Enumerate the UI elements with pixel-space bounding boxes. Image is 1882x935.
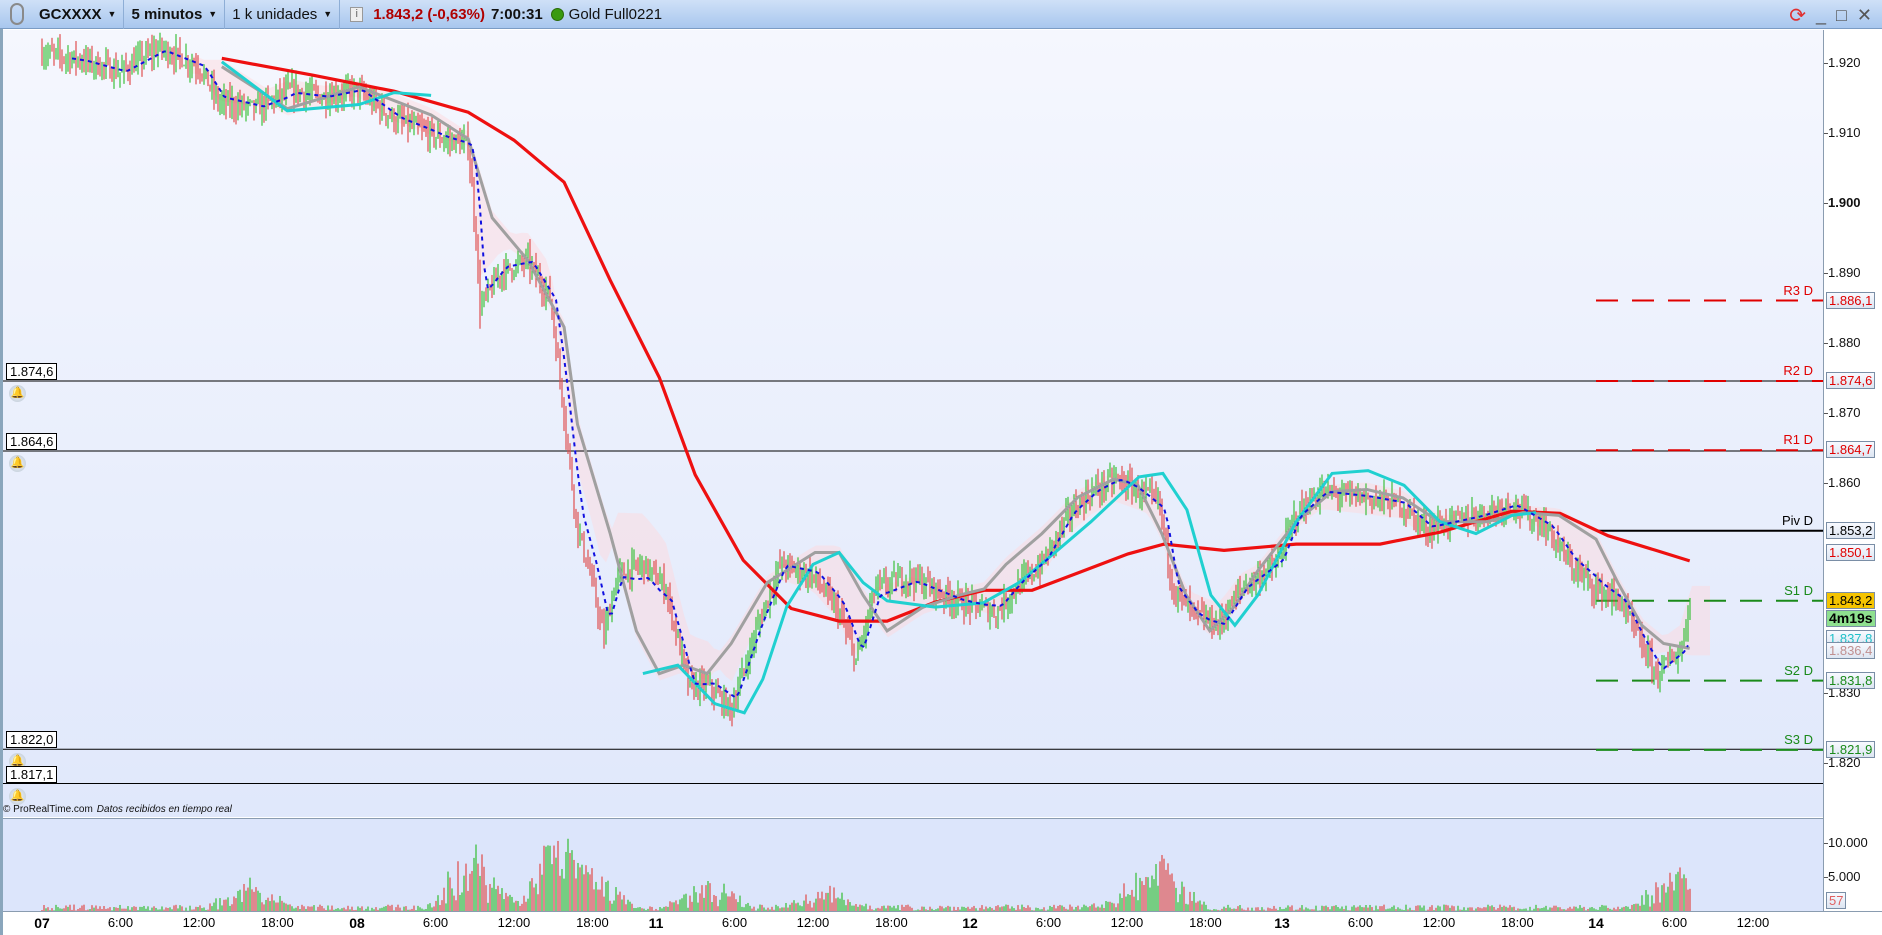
date-tick: 12 (962, 915, 978, 931)
price-chart-pane[interactable]: 1.874,6 🔔 1.864,6 🔔 1.822,0 🔔 1.817,1 🔔 R3 D R2 D… (3, 30, 1823, 817)
refresh-icon[interactable]: ⟳ (1789, 3, 1806, 28)
chevron-down-icon: ▼ (323, 9, 333, 19)
units-selector[interactable]: 1 k unidades ▼ (225, 0, 341, 29)
date-tick: 12:00 (1422, 915, 1456, 930)
date-tick: 18:00 (1189, 915, 1222, 930)
minimize-button[interactable]: _ (1816, 5, 1826, 26)
date-tick: 07 (34, 915, 50, 931)
date-tick: 12:00 (796, 915, 830, 930)
date-tick: 18:00 (261, 915, 294, 930)
date-tick: 6:00 (1035, 915, 1062, 930)
price-tick: 1.870 (1824, 405, 1861, 421)
pivot-label: Piv D (1781, 512, 1813, 528)
price-label-box: 1.853,2 (1826, 521, 1876, 539)
timeframe-selector[interactable]: 5 minutos ▼ (124, 0, 226, 29)
price-label-box: 1.843,2 (1826, 591, 1876, 609)
date-tick: 6:00 (422, 915, 449, 930)
date-tick: 18:00 (576, 915, 609, 930)
clock-time: 7:00:31 (490, 5, 543, 23)
units-label: 1 k unidades (232, 5, 318, 23)
pivot-label: R3 D (1783, 282, 1813, 298)
alert-price-label: 1.822,0 (6, 731, 58, 749)
date-tick: 6:00 (1347, 915, 1374, 930)
pivot-label: R1 D (1783, 432, 1813, 448)
chevron-down-icon: ▼ (107, 9, 117, 19)
date-tick: 12:00 (1736, 915, 1770, 930)
date-tick: 18:00 (1501, 915, 1534, 930)
price-tick: 1.900 (1824, 195, 1861, 211)
pivot-label: S3 D (1784, 731, 1813, 747)
date-tick: 12:00 (497, 915, 531, 930)
credit-site: © ProRealTime.com (3, 804, 93, 815)
symbol-label: GCXXXX (39, 5, 102, 23)
price-label-box: 1.886,1 (1826, 291, 1876, 309)
data-credit: © ProRealTime.com Datos recibidos en tiem… (3, 804, 232, 815)
price-label-box: 1.864,7 (1826, 441, 1876, 459)
date-tick: 6:00 (107, 915, 134, 930)
maximize-button[interactable]: □ (1836, 5, 1847, 26)
bell-icon[interactable]: 🔔 (9, 455, 26, 472)
date-tick: 11 (648, 915, 664, 931)
price-chart-svg (3, 32, 1823, 784)
volume-tick: 5.000 (1824, 869, 1861, 884)
instrument-name: Gold Full0221 (568, 5, 663, 23)
price-label-box: 1.850,1 (1826, 543, 1876, 561)
window-controls: ⟳ _ □ ✕ (1789, 3, 1872, 28)
date-tick: 18:00 (875, 915, 908, 930)
date-tick: 6:00 (1661, 915, 1688, 930)
price-tick: 1.890 (1824, 265, 1861, 281)
price-tick: 1.920 (1824, 55, 1861, 71)
symbol-selector[interactable]: GCXXXX ▼ (32, 0, 125, 29)
date-axis[interactable]: 07 6:00 12:00 18:00 08 6:00 12:00 18:00 11 6:00 12… (3, 911, 1882, 935)
price-axis[interactable]: 1.920 1.910 1.900 1.890 1.880 1.870 1.860 1.830… (1823, 30, 1882, 911)
close-button[interactable]: ✕ (1857, 5, 1872, 26)
ichimoku-cloud (192, 54, 1710, 682)
volume-svg (41, 838, 1691, 912)
pivot-label: S2 D (1784, 662, 1813, 678)
pivot-label: R2 D (1783, 363, 1813, 378)
alert-price-label: 1.864,6 (6, 433, 58, 450)
date-tick: 12:00 (182, 915, 216, 930)
price-label-box: 4m19s (1826, 610, 1876, 627)
pivot-label: S1 D (1784, 582, 1813, 598)
price-tick: 1.880 (1824, 335, 1861, 351)
credit-note: Datos recibidos en tiempo real (96, 804, 232, 815)
price-tick: 1.910 (1824, 125, 1861, 141)
bell-icon[interactable]: 🔔 (9, 385, 26, 402)
price-label-box: 1.831,8 (1826, 671, 1876, 689)
alert-price-label: 1.817,1 (6, 765, 58, 783)
date-tick: 14 (1588, 915, 1604, 931)
drag-handle-icon[interactable] (10, 3, 24, 25)
connection-status-icon (550, 7, 564, 21)
info-icon[interactable]: i (350, 6, 364, 22)
date-tick: 6:00 (721, 915, 748, 930)
chevron-down-icon: ▼ (208, 9, 218, 19)
chart-toolbar: GCXXXX ▼ 5 minutos ▼ 1 k unidades ▼ i 1.843… (0, 0, 1882, 29)
volume-tick: 10.000 (1824, 835, 1868, 850)
alert-price-label: 1.874,6 (6, 363, 58, 380)
last-price: 1.843,2 (-0,63%) (373, 5, 485, 23)
timeframe-label: 5 minutos (131, 5, 203, 23)
price-tick: 1.860 (1824, 475, 1861, 491)
date-tick: 12:00 (1110, 915, 1144, 930)
volume-last-box: 57 (1826, 892, 1847, 909)
bell-icon[interactable]: 🔔 (9, 787, 26, 805)
ma-gray-line (220, 65, 1690, 676)
date-tick: 13 (1274, 915, 1290, 931)
price-label-box: 1.874,6 (1826, 372, 1876, 389)
date-tick: 08 (349, 915, 365, 931)
volume-pane[interactable] (3, 818, 1823, 912)
price-label-box: 1.836,4 (1826, 642, 1876, 660)
price-label-box: 1.821,9 (1826, 740, 1876, 758)
